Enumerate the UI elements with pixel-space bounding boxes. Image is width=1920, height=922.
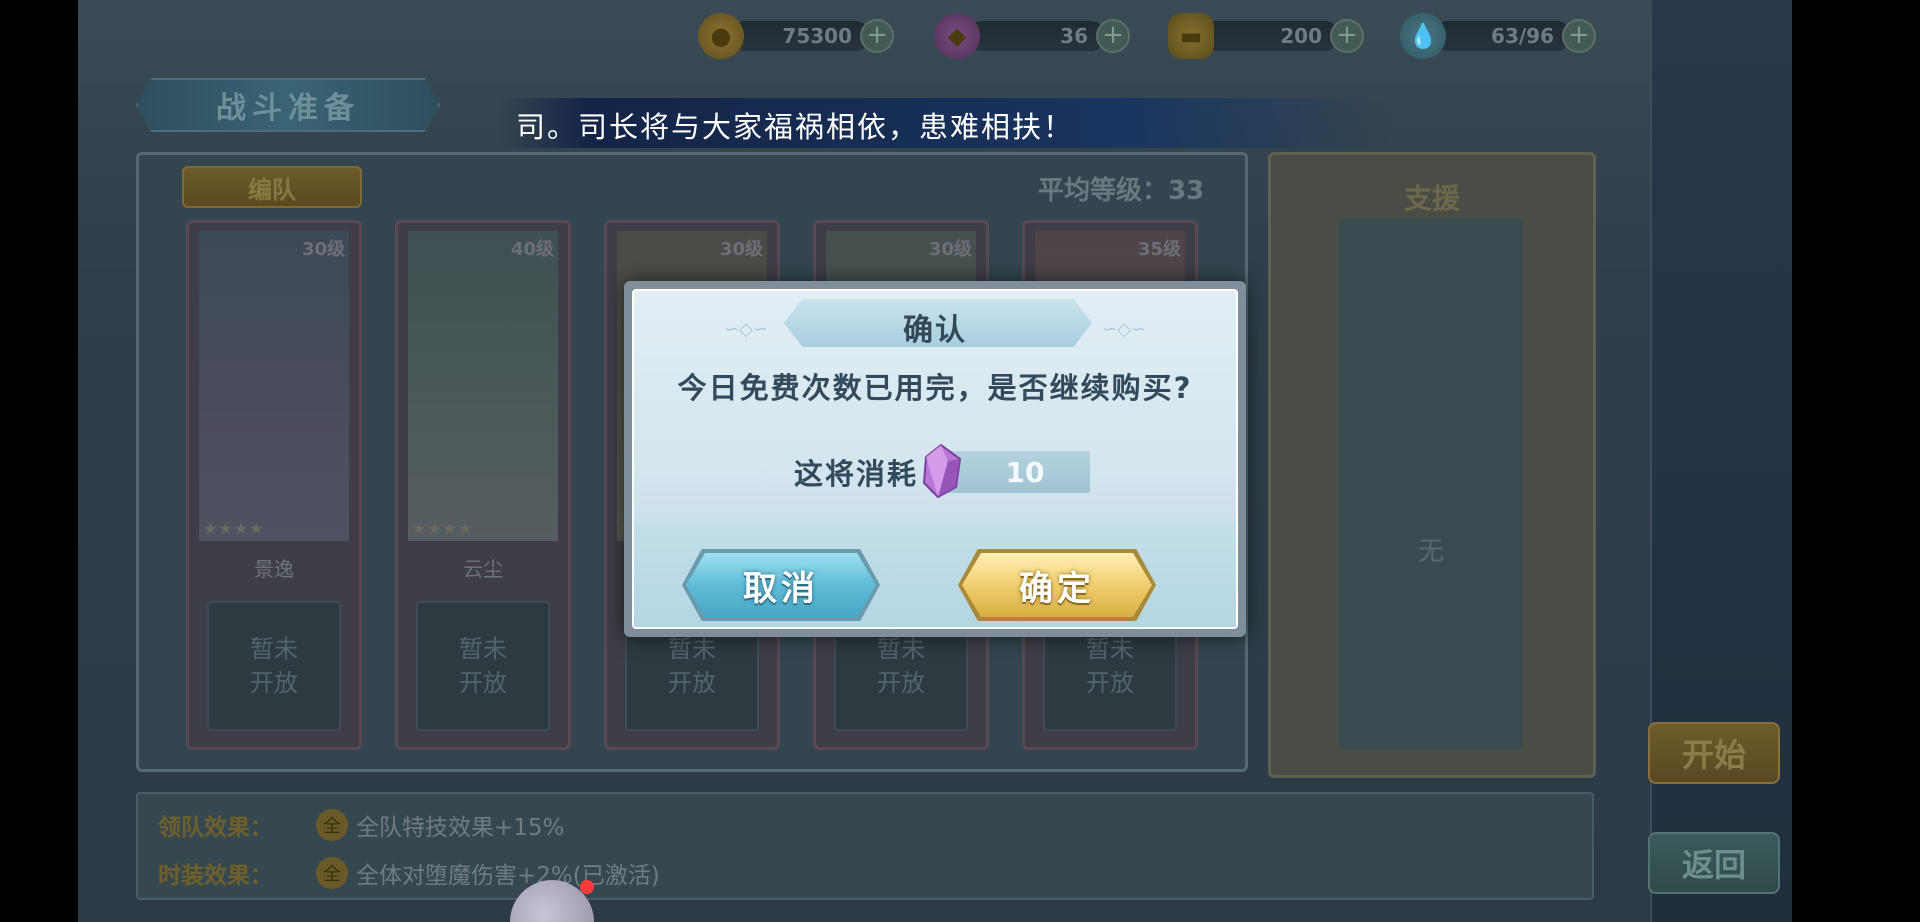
- cancel-button[interactable]: 取消: [686, 553, 876, 617]
- add-stamina-button[interactable]: +: [1562, 19, 1596, 53]
- crystal-value: 36: [966, 21, 1106, 51]
- leader-effect-row: 领队效果： 全 全队特技效果+15%: [158, 808, 564, 842]
- purple-crystal-icon: [922, 443, 962, 499]
- coin-icon: ●: [698, 13, 744, 59]
- support-title: 支援: [1403, 182, 1460, 215]
- gold-value: 200: [1200, 21, 1340, 51]
- character-level: 30级: [928, 239, 972, 260]
- coin-value: 75300: [730, 21, 870, 51]
- character-portrait: [199, 231, 349, 541]
- announcement-text: 司。司长将与大家福祸相依，患难相扶！: [516, 110, 1075, 144]
- character-card[interactable]: 40级 ★★★★ 云尘 暂未 开放: [395, 220, 571, 750]
- stamina-drop-icon: 💧: [1400, 13, 1446, 59]
- cost-box: 10: [922, 443, 1091, 499]
- crystal-icon: ◆: [934, 13, 980, 59]
- leader-effect-text: 全队特技效果+15%: [356, 815, 565, 841]
- support-empty-text: 无: [1417, 537, 1444, 567]
- character-card[interactable]: 30级 ★★★★ 景逸 暂未 开放: [186, 220, 362, 750]
- support-slot[interactable]: 无: [1339, 219, 1523, 749]
- confirm-button[interactable]: 确定: [962, 553, 1152, 617]
- dialog-message: 今日免费次数已用完，是否继续购买?: [677, 371, 1193, 405]
- character-level: 30级: [301, 239, 345, 260]
- star-rating: ★★★★: [203, 519, 265, 538]
- average-level: 平均等级：33: [1038, 170, 1204, 207]
- character-level: 40级: [510, 239, 554, 260]
- average-level-value: 33: [1168, 176, 1205, 206]
- cost-value: 10: [1005, 455, 1045, 489]
- character-name: 云尘: [463, 557, 503, 581]
- notification-dot: [580, 880, 594, 894]
- character-level: 30级: [719, 239, 763, 260]
- leader-effect-label: 领队效果：: [158, 815, 273, 841]
- gold-resource: ▬ 200 +: [1168, 13, 1364, 59]
- confirm-dialog: ∽◇∽ ∽◇∽ 确认 今日免费次数已用完，是否继续购买? 这将消耗 10 取消 …: [624, 281, 1246, 637]
- character-level: 35级: [1137, 239, 1181, 260]
- back-button[interactable]: 返回: [1648, 832, 1780, 894]
- add-coin-button[interactable]: +: [860, 19, 894, 53]
- cost-row: 这将消耗 10: [794, 443, 1091, 499]
- coin-resource: ● 75300 +: [698, 13, 894, 59]
- formation-button[interactable]: 编队: [182, 166, 362, 208]
- effects-panel: 领队效果： 全 全队特技效果+15% 时装效果： 全 全体对堕魔伤害+2%(已激…: [136, 792, 1594, 900]
- all-badge-icon: 全: [316, 809, 348, 841]
- character-portrait: [408, 231, 558, 541]
- cost-label: 这将消耗: [794, 457, 919, 491]
- dialog-title: 确认: [903, 313, 967, 348]
- start-button[interactable]: 开始: [1648, 722, 1780, 784]
- add-crystal-button[interactable]: +: [1096, 19, 1130, 53]
- outfit-effect-label: 时装效果：: [158, 863, 273, 889]
- support-panel: 支援 无: [1268, 152, 1596, 778]
- outfit-effect-text: 全体对堕魔伤害+2%(已激活): [356, 863, 660, 889]
- crystal-resource: ◆ 36 +: [934, 13, 1130, 59]
- stamina-value: 63/96: [1432, 21, 1572, 51]
- stamina-resource: 💧 63/96 +: [1400, 13, 1596, 59]
- add-gold-button[interactable]: +: [1330, 19, 1364, 53]
- character-name: 景逸: [254, 557, 294, 581]
- all-badge-icon: 全: [316, 857, 348, 889]
- star-rating: ★★★★: [412, 519, 474, 538]
- dialog-body: ∽◇∽ ∽◇∽ 确认 今日免费次数已用完，是否继续购买? 这将消耗 10 取消 …: [632, 289, 1238, 629]
- gold-ingot-icon: ▬: [1168, 13, 1214, 59]
- page-title: 战斗准备: [136, 78, 440, 132]
- locked-slot: 暂未 开放: [207, 601, 341, 731]
- average-level-label: 平均等级：: [1038, 176, 1169, 206]
- locked-slot: 暂未 开放: [416, 601, 550, 731]
